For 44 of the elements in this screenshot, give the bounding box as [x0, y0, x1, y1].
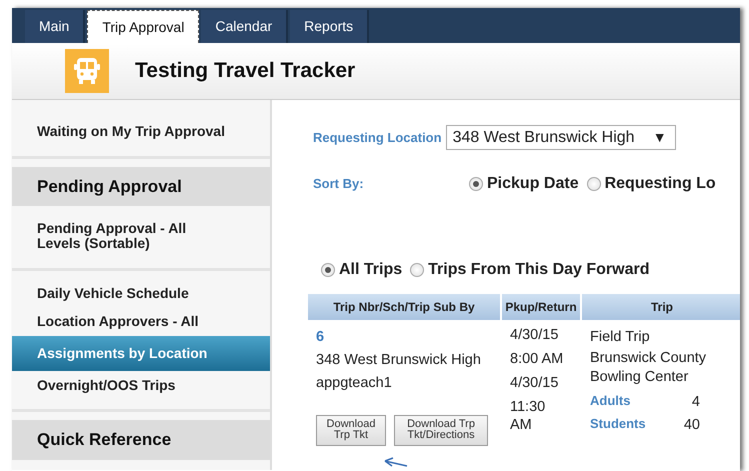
- column-header: Trip Nbr/Sch/Trip Sub By: [308, 294, 500, 320]
- bus-icon: [65, 49, 109, 93]
- download-button[interactable]: Download Trp Tkt/Directions: [394, 414, 488, 446]
- date-time: 11:30 AM: [510, 398, 546, 436]
- radio-button[interactable]: [321, 263, 335, 277]
- field-label: Sort By:: [313, 175, 365, 194]
- nav-tab[interactable]: Reports: [290, 10, 370, 43]
- column-header: Trip: [582, 294, 740, 320]
- school-name: 348 West Brunswick High: [316, 351, 482, 370]
- option-label: All Trips: [339, 260, 402, 280]
- destination: Brunswick County Bowling Center: [590, 349, 708, 387]
- submitter-name: appgteach1: [316, 374, 393, 394]
- sidebar-link[interactable]: Waiting on My Trip Approval: [12, 117, 270, 146]
- sidebar-link[interactable]: Assignments by Location: [12, 336, 270, 371]
- count-value: 4: [692, 392, 700, 412]
- sidebar-link[interactable]: Location Approvers - All: [12, 307, 270, 336]
- sidebar-link[interactable]: Overnight/OOS Trips: [12, 370, 270, 400]
- trip-number-link[interactable]: 6: [316, 326, 500, 350]
- nav-tab[interactable]: Main: [25, 10, 86, 43]
- arrow-icon: [384, 457, 408, 467]
- radio-button[interactable]: [410, 263, 424, 277]
- field-label: Requesting Location: [313, 128, 442, 147]
- option-label: Pickup Date: [487, 174, 579, 194]
- count-label: Adults: [590, 392, 632, 410]
- option-label: Trips From This Day Forward: [428, 260, 650, 280]
- sidebar-link[interactable]: Pending Approval - All Levels (Sortable): [12, 214, 270, 258]
- date-time: 8:00 AM: [510, 350, 564, 369]
- nav-tab[interactable]: Trip Approval: [87, 10, 200, 43]
- nav-tab[interactable]: Calendar: [201, 10, 288, 43]
- location-dropdown[interactable]: 348 West Brunswick High ▼: [446, 125, 676, 150]
- count-label: Students: [590, 415, 647, 434]
- section-heading: Pending Approval: [12, 166, 270, 206]
- count-value: 40: [684, 416, 700, 436]
- trip-type: Field Trip: [590, 328, 651, 347]
- radio-button[interactable]: [586, 177, 601, 191]
- page-title: Testing Travel Tracker: [135, 58, 356, 84]
- option-label: Requesting Lo: [604, 174, 716, 194]
- column-header: Pkup/Return: [502, 294, 580, 320]
- sidebar-link[interactable]: Daily Vehicle Schedule: [12, 278, 270, 308]
- radio-button[interactable]: [469, 177, 483, 191]
- date-time: 4/30/15: [510, 326, 560, 345]
- download-button[interactable]: Download Trp Tkt: [316, 414, 386, 446]
- section-heading: Quick Reference: [12, 420, 270, 460]
- date-time: 4/30/15: [510, 374, 560, 393]
